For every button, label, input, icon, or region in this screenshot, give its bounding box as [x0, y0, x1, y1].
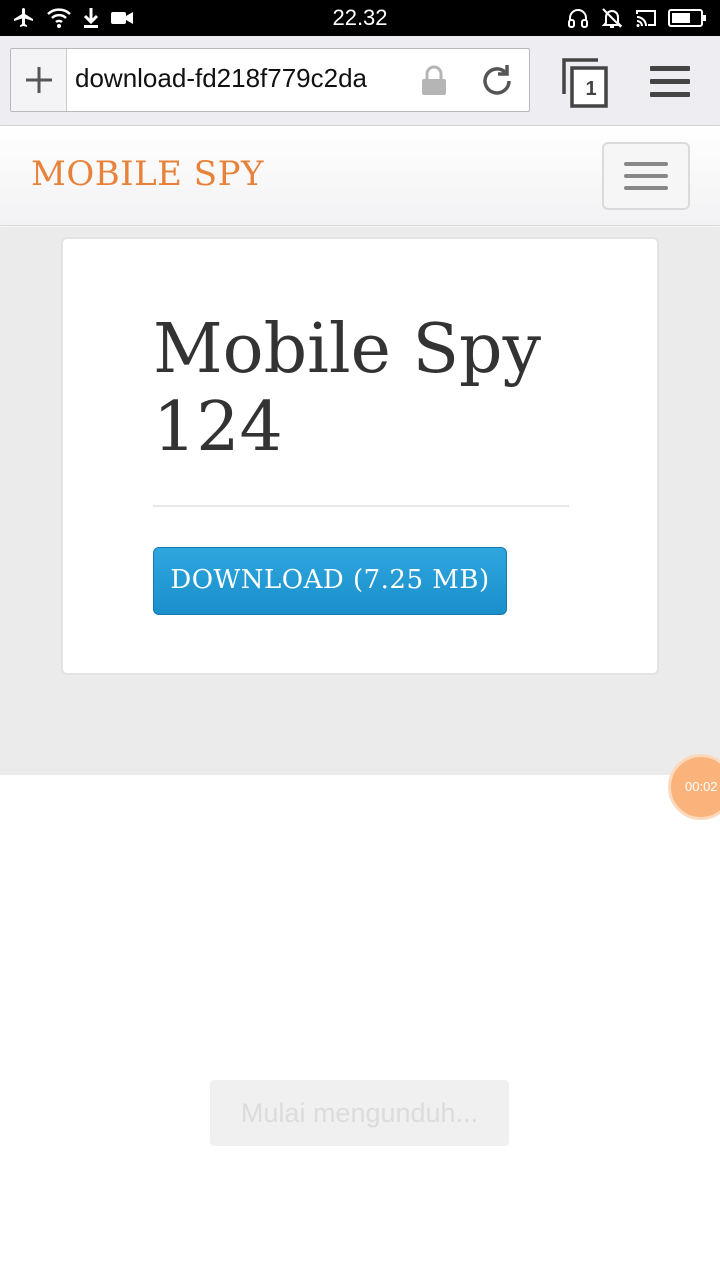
app-title: Mobile Spy 124 — [153, 310, 541, 467]
url-text[interactable]: download-fd218f779c2da — [75, 63, 409, 97]
download-button[interactable]: DOWNLOAD (7.25 MB) — [153, 547, 507, 615]
hamburger-line — [624, 186, 668, 190]
recording-timer-bubble[interactable]: 00:02 — [668, 754, 720, 820]
lock-icon — [419, 65, 449, 102]
menu-line — [650, 66, 690, 71]
reload-icon — [483, 65, 511, 95]
tabs-button[interactable]: 1 — [560, 56, 610, 110]
site-navbar: MOBILE SPY — [0, 126, 720, 226]
browser-menu-button[interactable] — [650, 66, 690, 100]
headset-icon — [566, 6, 590, 30]
download-card: Mobile Spy 124 DOWNLOAD (7.25 MB) — [61, 237, 659, 675]
plus-icon — [25, 67, 52, 93]
hamburger-line — [624, 174, 668, 178]
address-bar[interactable]: download-fd218f779c2da — [10, 48, 530, 112]
download-toast: Mulai mengunduh... — [210, 1080, 509, 1146]
reload-button[interactable] — [477, 61, 517, 106]
hamburger-line — [624, 162, 668, 166]
site-brand-link[interactable]: MOBILE SPY — [31, 154, 264, 194]
battery-icon — [668, 6, 708, 30]
card-divider — [153, 505, 569, 507]
tab-count: 1 — [585, 78, 597, 100]
menu-line — [650, 79, 690, 84]
menu-line — [650, 92, 690, 97]
browser-toolbar: download-fd218f779c2da 1 — [0, 36, 720, 126]
cast-icon — [634, 6, 658, 30]
new-tab-button[interactable] — [11, 49, 67, 111]
notifications-off-icon — [600, 6, 624, 30]
status-bar: 22.32 — [0, 0, 720, 36]
nav-toggle-button[interactable] — [602, 142, 690, 210]
status-bar-right-icons — [566, 6, 708, 30]
